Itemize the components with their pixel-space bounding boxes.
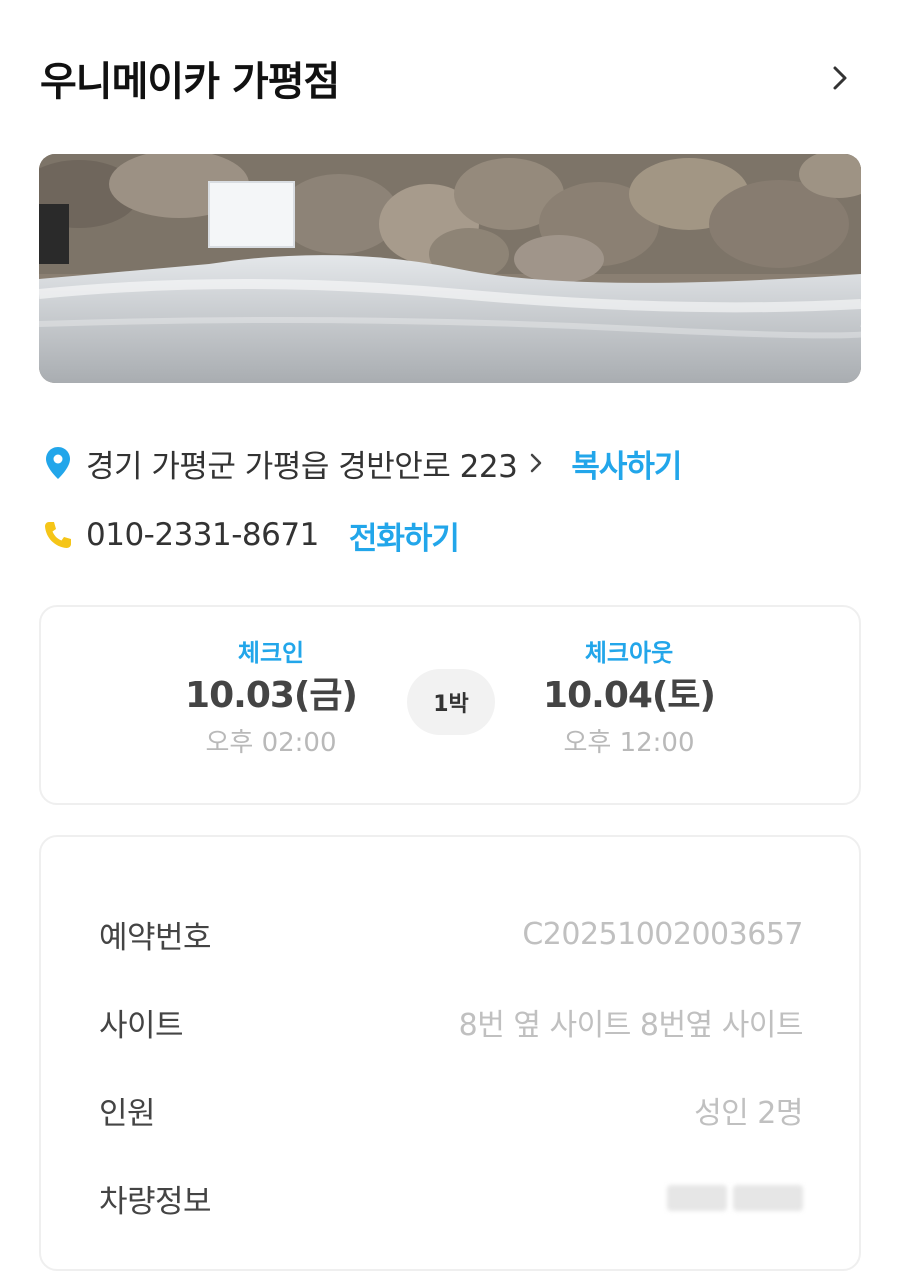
reservation-number-row: 예약번호 C20251002003657: [99, 909, 803, 959]
checkout-date: 10.04(토): [543, 675, 716, 716]
site-value: 8번 옆 사이트 8번옆 사이트: [458, 1008, 804, 1043]
vehicle-value-redacted: [653, 1183, 803, 1213]
address-row: 경기 가평군 가평읍 경반안로 223 복사하기: [40, 438, 682, 488]
reservation-details-card: 예약번호 C20251002003657 사이트 8번 옆 사이트 8번옆 사이…: [39, 835, 861, 1271]
address-text: 경기 가평군 가평읍 경반안로 223: [86, 448, 518, 485]
checkin-time: 오후 02:00: [205, 728, 337, 758]
location-pin-icon: [40, 445, 76, 481]
vehicle-label: 차량정보: [99, 1183, 212, 1220]
nights-badge: 1박: [407, 669, 495, 735]
campsite-photo: [39, 154, 861, 383]
phone-row: 010-2331-8671 전화하기: [40, 510, 460, 560]
checkin-label: 체크인: [237, 639, 305, 667]
header: 우니메이카 가평점: [40, 50, 860, 106]
copy-address-button[interactable]: 복사하기: [571, 441, 682, 486]
call-button[interactable]: 전화하기: [349, 513, 460, 558]
vehicle-row: 차량정보: [99, 1173, 803, 1223]
chevron-right-icon[interactable]: [820, 58, 860, 98]
reservation-number-value: C20251002003657: [522, 916, 803, 952]
checkin-block: 체크인 10.03(금) 오후 02:00: [141, 635, 401, 765]
reservation-number-label: 예약번호: [99, 919, 212, 956]
guests-value: 성인 2명: [694, 1096, 803, 1131]
guests-label: 인원: [99, 1095, 156, 1132]
site-row: 사이트 8번 옆 사이트 8번옆 사이트: [99, 997, 804, 1047]
site-label: 사이트: [99, 1007, 184, 1044]
guests-row: 인원 성인 2명: [99, 1085, 803, 1135]
phone-icon: [40, 517, 76, 553]
checkout-block: 체크아웃 10.04(토) 오후 12:00: [499, 635, 759, 765]
checkin-card: 체크인 10.03(금) 오후 02:00 1박 체크아웃 10.04(토) 오…: [39, 605, 861, 805]
checkout-time: 오후 12:00: [563, 728, 695, 758]
checkin-date: 10.03(금): [185, 675, 358, 716]
page-title: 우니메이카 가평점: [40, 59, 340, 105]
checkout-label: 체크아웃: [584, 639, 674, 667]
chevron-right-icon[interactable]: [529, 452, 543, 474]
phone-number: 010-2331-8671: [86, 517, 319, 553]
